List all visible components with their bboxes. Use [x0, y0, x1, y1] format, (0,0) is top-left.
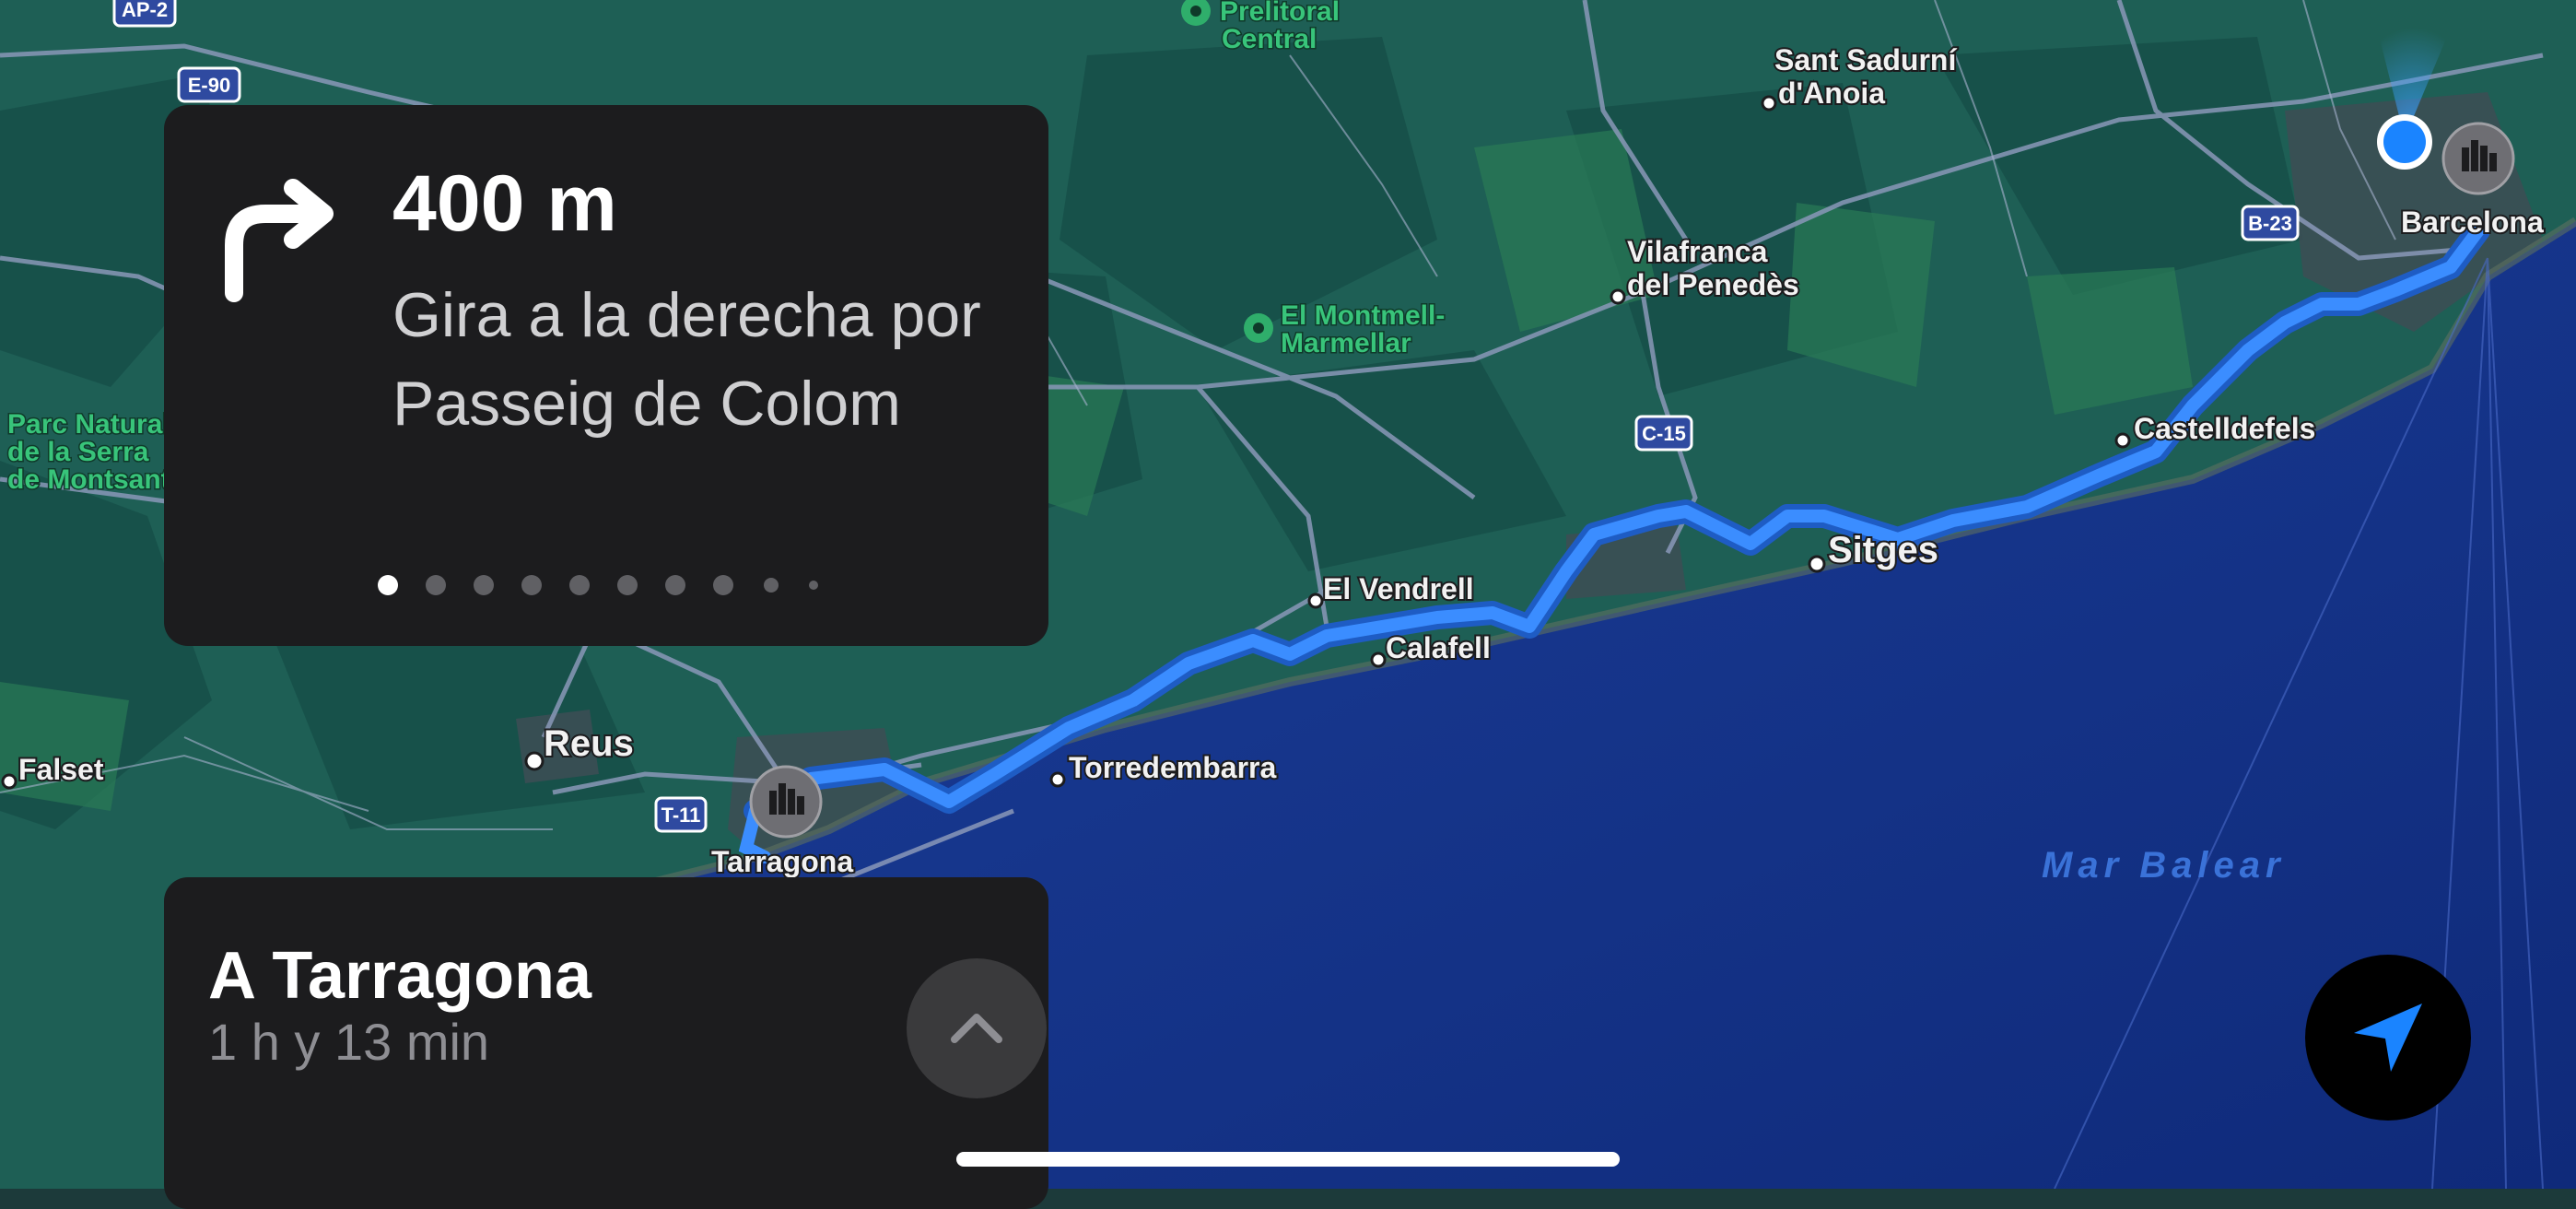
label-reus: Reus	[544, 723, 634, 764]
road-shield-b23: B-23	[2241, 205, 2300, 241]
tarragona-pin[interactable]	[749, 765, 823, 839]
road-shield-e90: E-90	[177, 66, 241, 103]
destination-title: A Tarragona	[208, 939, 592, 1013]
label-tarragona: Tarragona	[711, 845, 853, 878]
label-castelldefels: Castelldefels	[2134, 412, 2315, 445]
label-montmell-1: El Montmell-	[1281, 300, 1445, 331]
step-dot[interactable]	[521, 575, 542, 595]
step-dot[interactable]	[713, 575, 733, 595]
step-dot[interactable]	[764, 578, 779, 593]
label-montmell-2: Marmellar	[1281, 328, 1411, 358]
road-shield-c15: C-15	[1634, 415, 1693, 452]
maneuver-distance: 400 m	[392, 159, 617, 248]
eta-duration: 1 h y 13 min	[208, 1013, 490, 1071]
step-dot[interactable]	[378, 575, 398, 595]
step-dot[interactable]	[569, 575, 590, 595]
label-montsant-3: de Montsant	[7, 464, 170, 495]
step-dot[interactable]	[426, 575, 446, 595]
svg-text:B-23: B-23	[2248, 212, 2292, 235]
road-shield-ap2: AP-2	[112, 0, 177, 28]
step-dot[interactable]	[809, 581, 818, 590]
navigation-card[interactable]: 400 m Gira a la derecha por Passeig de C…	[164, 105, 1048, 646]
expand-button[interactable]	[907, 958, 1047, 1098]
label-sant-sadurni-1: Sant Sadurní	[1774, 43, 1957, 76]
label-montsant-2: de la Serra	[7, 437, 149, 467]
park-icon	[1244, 313, 1273, 343]
label-vilafranca-1: Vilafranca	[1627, 235, 1768, 268]
label-calafell: Calafell	[1386, 631, 1491, 664]
turn-right-icon	[225, 179, 334, 302]
barcelona-pin[interactable]	[2441, 122, 2515, 195]
eta-card[interactable]: A Tarragona 1 h y 13 min	[164, 877, 1048, 1209]
step-indicator[interactable]	[378, 571, 846, 599]
svg-text:T-11: T-11	[662, 804, 701, 827]
label-sitges: Sitges	[1828, 530, 1938, 570]
label-vilafranca-2: del Penedès	[1627, 268, 1799, 301]
label-barcelona: Barcelona	[2401, 205, 2544, 239]
label-torredembarra: Torredembarra	[1069, 751, 1276, 784]
current-location-dot	[2383, 121, 2426, 163]
label-sant-sadurni-2: d'Anoia	[1778, 76, 1885, 110]
label-el-vendrell: El Vendrell	[1323, 572, 1474, 605]
maneuver-instruction: Gira a la derecha por Passeig de Colom	[392, 280, 981, 439]
label-montsant-1: Parc Natural	[7, 409, 170, 440]
road-shield-t11: T-11	[654, 796, 708, 833]
svg-text:AP-2: AP-2	[122, 0, 168, 21]
step-dot[interactable]	[617, 575, 638, 595]
step-dot[interactable]	[665, 575, 685, 595]
label-sea: Mar Balear	[2042, 845, 2286, 886]
location-arrow-icon	[2354, 1004, 2422, 1072]
svg-text:E-90: E-90	[188, 74, 230, 97]
label-prelitoral-2: Central	[1222, 24, 1317, 54]
home-indicator[interactable]	[956, 1152, 1620, 1167]
svg-text:C-15: C-15	[1642, 422, 1686, 445]
locate-button[interactable]	[2305, 955, 2471, 1121]
step-dot[interactable]	[474, 575, 494, 595]
label-falset: Falset	[18, 753, 104, 786]
label-prelitoral-1: Prelitoral	[1220, 0, 1340, 27]
chevron-up-icon	[951, 1014, 1002, 1043]
